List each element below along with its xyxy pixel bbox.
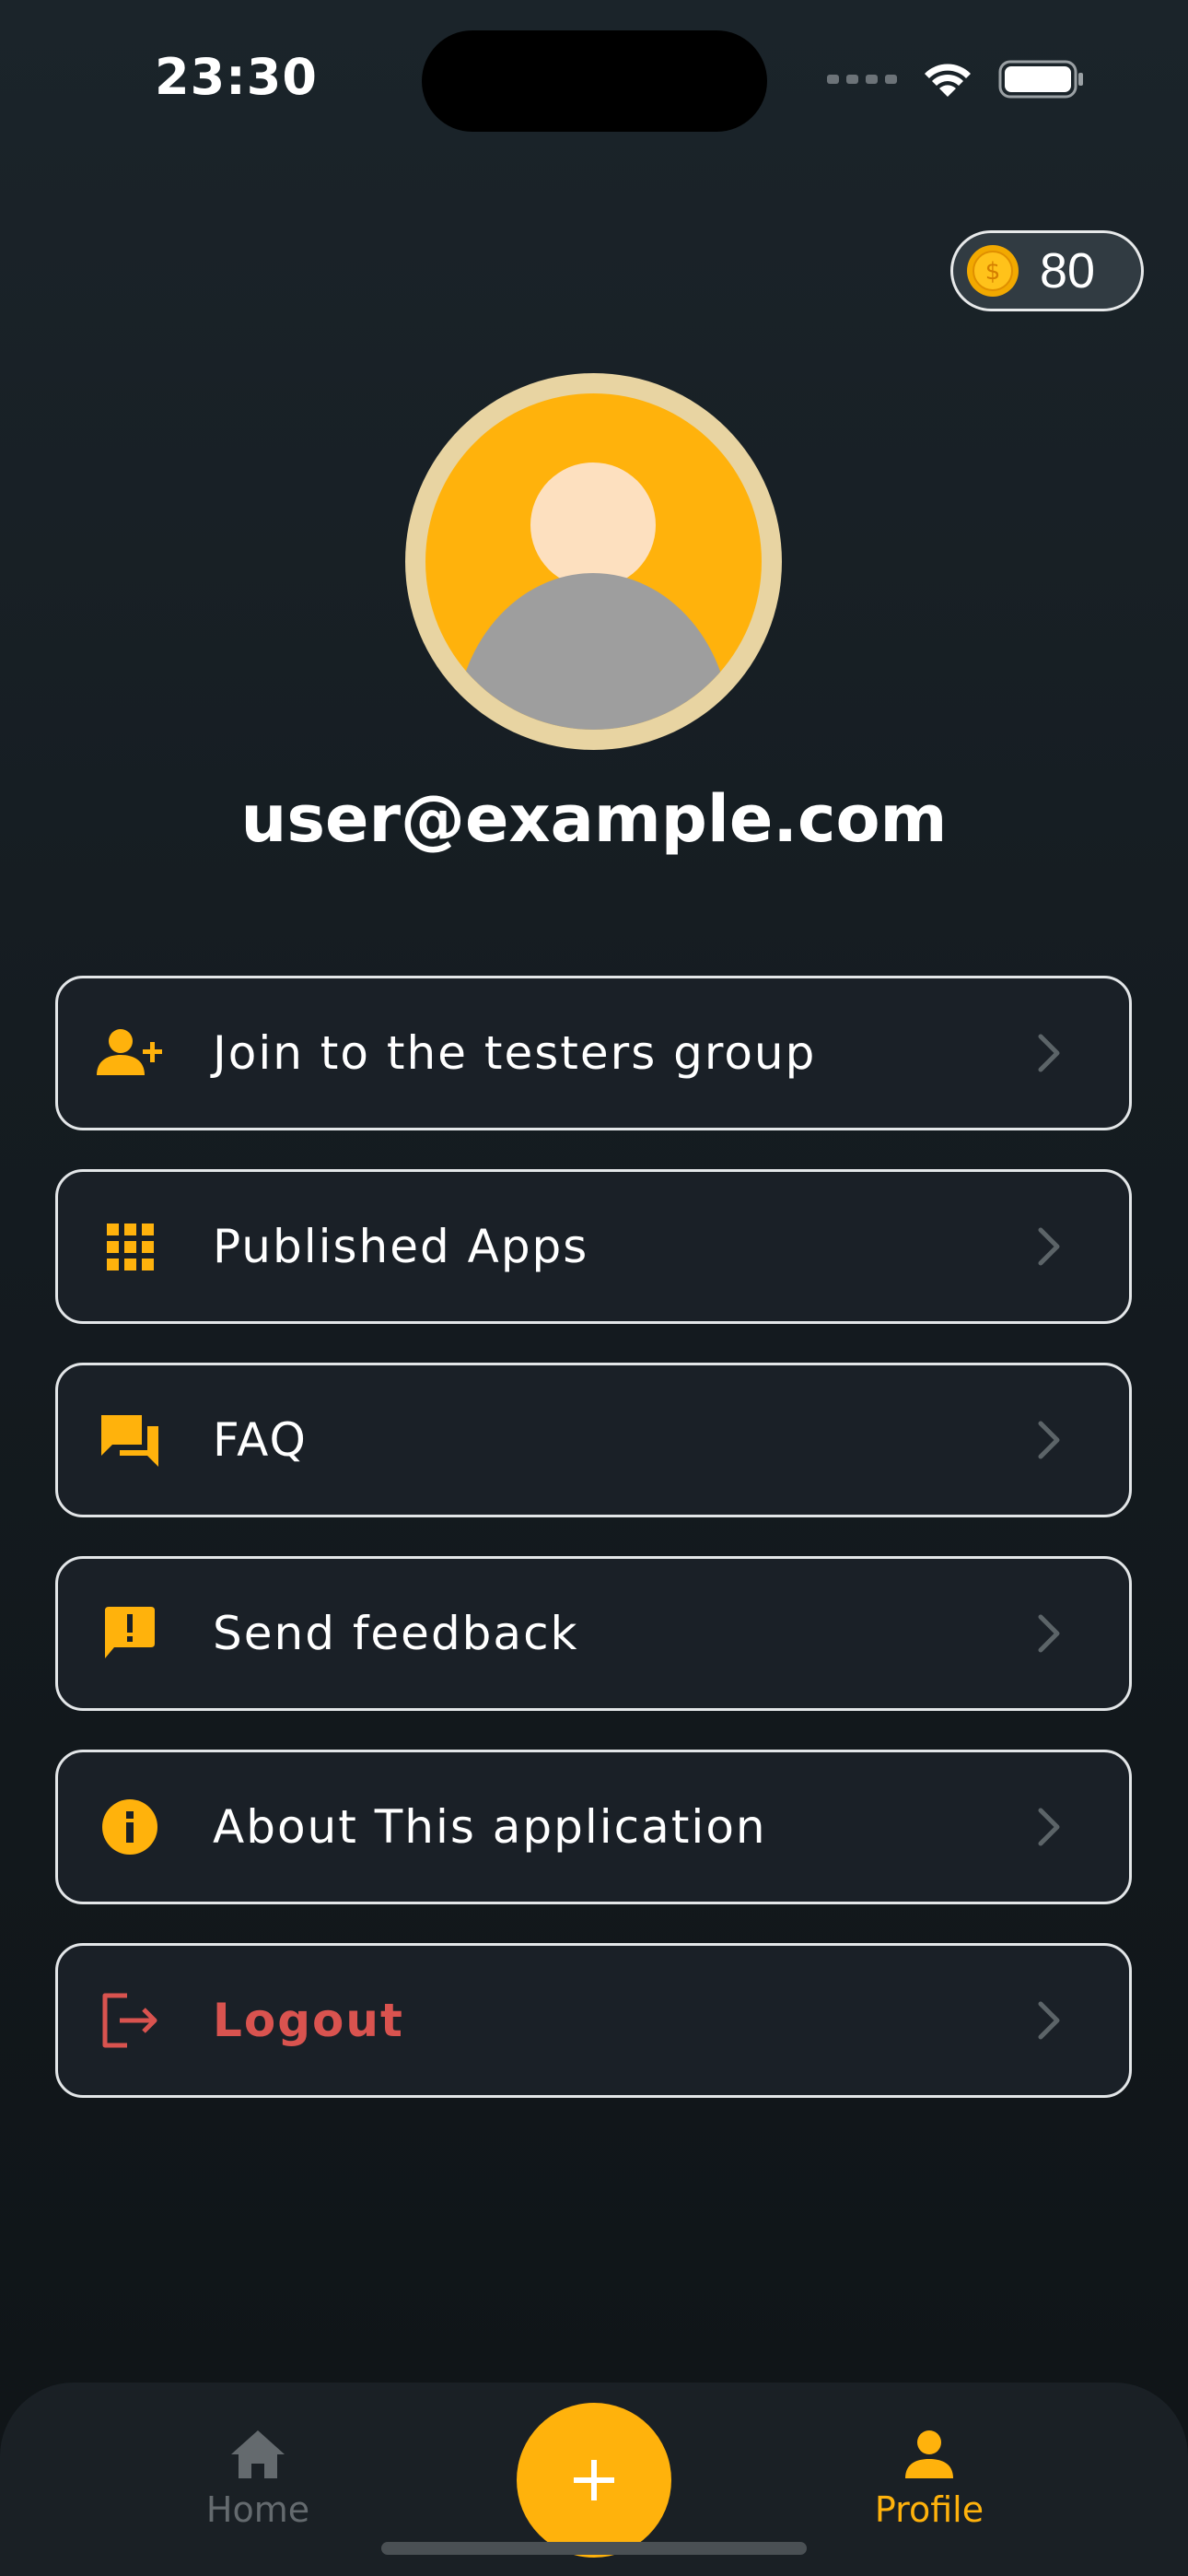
nav-home-label: Home bbox=[205, 2489, 310, 2530]
chevron-right-icon bbox=[1038, 1614, 1060, 1653]
avatar bbox=[405, 373, 782, 750]
status-time: 23:30 bbox=[155, 48, 318, 106]
wifi-icon bbox=[925, 64, 971, 97]
cellular-signal-icon bbox=[827, 75, 897, 84]
home-indicator[interactable] bbox=[381, 2542, 807, 2555]
person-add-icon bbox=[95, 1018, 165, 1088]
nav-profile-label: Profile bbox=[874, 2489, 984, 2530]
battery-icon bbox=[998, 60, 1083, 99]
menu-item-faq[interactable]: FAQ bbox=[55, 1363, 1132, 1517]
apps-grid-icon bbox=[95, 1212, 165, 1282]
menu-item-logout[interactable]: Logout bbox=[55, 1943, 1132, 2098]
dynamic-island bbox=[422, 30, 767, 132]
menu-item-about[interactable]: About This application bbox=[55, 1750, 1132, 1904]
coin-balance-badge[interactable]: $ 80 bbox=[950, 230, 1144, 311]
feedback-icon bbox=[95, 1598, 165, 1669]
person-icon bbox=[905, 2430, 953, 2478]
menu-item-label: FAQ bbox=[213, 1413, 308, 1467]
chevron-right-icon bbox=[1038, 1034, 1060, 1072]
menu-item-send-feedback[interactable]: Send feedback bbox=[55, 1556, 1132, 1711]
add-button[interactable] bbox=[517, 2403, 671, 2558]
coin-count: 80 bbox=[1040, 243, 1096, 299]
chevron-right-icon bbox=[1038, 1421, 1060, 1459]
menu-item-label: Send feedback bbox=[213, 1607, 579, 1660]
menu-item-join-testers[interactable]: Join to the testers group bbox=[55, 976, 1132, 1130]
menu-item-label: Published Apps bbox=[213, 1220, 589, 1273]
menu-item-label: Join to the testers group bbox=[213, 1026, 817, 1080]
chevron-right-icon bbox=[1038, 1227, 1060, 1266]
info-icon bbox=[95, 1792, 165, 1862]
menu-item-published-apps[interactable]: Published Apps bbox=[55, 1169, 1132, 1324]
logout-icon bbox=[95, 1985, 165, 2055]
svg-text:$: $ bbox=[985, 258, 1001, 286]
default-user-avatar-icon bbox=[455, 463, 731, 730]
nav-home[interactable]: Home bbox=[157, 2429, 359, 2530]
plus-icon bbox=[574, 2460, 614, 2500]
status-icons bbox=[827, 59, 1085, 100]
forum-icon bbox=[95, 1405, 165, 1475]
menu-item-label: Logout bbox=[213, 1994, 404, 2047]
profile-screen: 23:30 $ 80 user@example.com Join to the … bbox=[0, 0, 1188, 2576]
nav-profile[interactable]: Profile bbox=[828, 2429, 1031, 2530]
chevron-right-icon bbox=[1038, 2001, 1060, 2040]
coin-icon: $ bbox=[967, 245, 1019, 297]
menu-item-label: About This application bbox=[213, 1800, 767, 1854]
chevron-right-icon bbox=[1038, 1808, 1060, 1846]
home-icon bbox=[231, 2430, 285, 2478]
user-email: user@example.com bbox=[240, 781, 948, 857]
